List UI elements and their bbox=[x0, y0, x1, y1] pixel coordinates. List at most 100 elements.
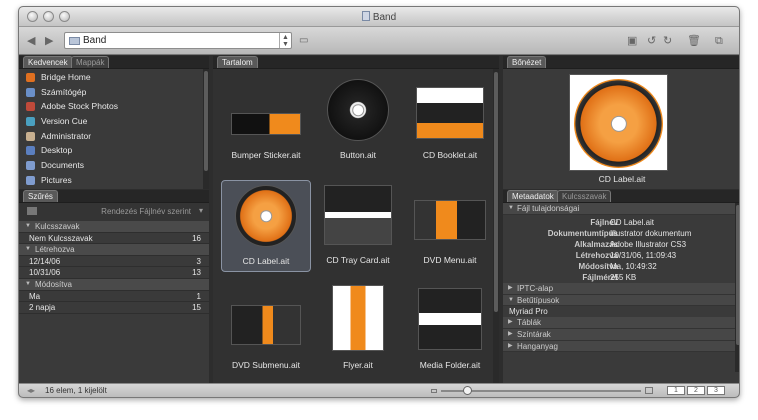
tab-favorites[interactable]: Kedvencek bbox=[23, 56, 73, 68]
tab-preview[interactable]: Bőnézet bbox=[507, 56, 547, 68]
filter-panel: Szűrés Rendezés Fájlnév szerint ▾ ▼ Kulcs… bbox=[19, 190, 209, 385]
metadata-section-header[interactable]: ▼ Betűtípusok bbox=[503, 294, 739, 307]
filter-row-label: 2 napja bbox=[29, 303, 56, 313]
slider-thumb[interactable] bbox=[463, 386, 472, 395]
tab-content[interactable]: Tartalom bbox=[217, 56, 258, 68]
tab-keywords[interactable]: Kulcsszavak bbox=[557, 190, 612, 202]
metadata-panel: Metaadatok Kulcsszavak ▼ Fájl tulajdonság… bbox=[503, 190, 739, 385]
disclosure-triangle-icon: ▶ bbox=[508, 342, 513, 349]
tab-folders[interactable]: Mappák bbox=[71, 56, 110, 68]
status-bar: ◂▸ 16 elem, 1 kijelölt 1 2 3 bbox=[19, 383, 739, 397]
content-panel: Tartalom Bumper Sticker.ait Button.ait CD … bbox=[213, 56, 499, 385]
content-thumbnail[interactable]: Media Folder.ait bbox=[405, 285, 495, 375]
favorite-item-label: Pictures bbox=[41, 174, 72, 185]
content-thumbnail[interactable]: CD Booklet.ait bbox=[405, 75, 495, 165]
content-thumbnail[interactable]: CD Label.ait bbox=[221, 180, 311, 272]
filter-row[interactable]: Nem Kulcsszavak 16 bbox=[19, 233, 209, 245]
filter-row-count: 16 bbox=[192, 233, 201, 243]
documents-folder-icon bbox=[26, 161, 35, 171]
favorite-item[interactable]: Administrator bbox=[19, 129, 209, 144]
thumbnail-caption: DVD Menu.ait bbox=[423, 255, 477, 265]
content-scrollbar[interactable] bbox=[493, 69, 499, 385]
metadata-section-header[interactable]: ▶ Hanganyag bbox=[503, 340, 739, 353]
disclosure-triangle-icon: ▶ bbox=[508, 331, 513, 338]
thumbnail-image bbox=[324, 185, 392, 245]
metadata-section-header[interactable]: ▶ Színtárak bbox=[503, 329, 739, 341]
metadata-section-header[interactable]: ▶ IPTC-alap bbox=[503, 283, 739, 295]
home-icon bbox=[26, 131, 35, 141]
thumbnail-large-icon bbox=[645, 387, 653, 394]
thumbnail-image bbox=[416, 87, 484, 139]
content-thumbnail[interactable]: Bumper Sticker.ait bbox=[221, 75, 311, 165]
back-arrow-icon[interactable]: ◀ bbox=[27, 35, 35, 47]
favorite-item[interactable]: Desktop bbox=[19, 143, 209, 158]
switch-mode-icon[interactable]: ⧉ bbox=[715, 35, 723, 47]
content-thumbnail[interactable]: DVD Menu.ait bbox=[405, 180, 495, 270]
disclosure-triangle-icon: ▶ bbox=[508, 319, 513, 326]
path-dropdown[interactable]: Band ▲ ▼ bbox=[64, 32, 292, 49]
filter-group-title: Módosítva bbox=[35, 279, 72, 289]
content-thumbnail[interactable]: DVD Submenu.ait bbox=[221, 285, 311, 375]
tab-metadata[interactable]: Metaadatok bbox=[507, 190, 559, 202]
version-cue-icon bbox=[26, 117, 35, 127]
metadata-section-title: Színtárak bbox=[517, 330, 551, 340]
thumbnail-size-slider[interactable] bbox=[441, 386, 641, 395]
filter-row-label: Ma bbox=[29, 291, 41, 301]
filter-group-header[interactable]: ▼ Létrehozva bbox=[19, 244, 209, 256]
sort-dropdown[interactable]: Rendezés Fájlnév szerint bbox=[101, 207, 191, 216]
favorite-item[interactable]: Pictures bbox=[19, 173, 209, 188]
favorite-item[interactable]: Documents bbox=[19, 158, 209, 173]
filter-row[interactable]: 2 napja 15 bbox=[19, 302, 209, 314]
filter-row-count: 1 bbox=[196, 291, 201, 301]
sort-order-icon[interactable]: ▾ bbox=[199, 206, 203, 215]
rotate-right-icon[interactable]: ↻ bbox=[663, 35, 672, 47]
disclosure-triangle-icon: ▶ bbox=[508, 285, 513, 292]
tab-filter[interactable]: Szűrés bbox=[23, 190, 58, 202]
favorites-scrollbar[interactable] bbox=[203, 69, 209, 189]
disclosure-triangle-icon: ▼ bbox=[508, 296, 514, 303]
metadata-row: Fájlméret 255 KB bbox=[503, 272, 739, 283]
metadata-value: Adobe Illustrator CS3 bbox=[610, 239, 687, 249]
section-file-properties[interactable]: ▼ Fájl tulajdonságai bbox=[503, 203, 739, 215]
thumbnail-image bbox=[414, 200, 486, 240]
thumbnail-caption: CD Tray Card.ait bbox=[326, 255, 390, 265]
filter-row[interactable]: 10/31/06 13 bbox=[19, 267, 209, 279]
new-folder-icon[interactable]: ▣ bbox=[627, 35, 637, 47]
filter-group-header[interactable]: ▼ Kulcsszavak bbox=[19, 221, 209, 233]
favorites-panel: Kedvencek Mappák Bridge Home Számítógép Ad… bbox=[19, 56, 209, 189]
forward-arrow-icon[interactable]: ▶ bbox=[45, 35, 53, 47]
favorite-item[interactable]: Számítógép bbox=[19, 85, 209, 100]
metadata-scrollbar[interactable] bbox=[735, 203, 739, 372]
favorite-item-label: Számítógép bbox=[41, 86, 87, 97]
trash-icon[interactable]: 🗑 bbox=[687, 35, 701, 47]
filter-row[interactable]: 12/14/06 3 bbox=[19, 256, 209, 268]
rotate-left-icon[interactable]: ↺ bbox=[647, 35, 656, 47]
filter-group-header[interactable]: ▼ Módosítva bbox=[19, 278, 209, 291]
recent-folder-icon[interactable]: ▭ bbox=[299, 35, 308, 47]
font-value: Myriad Pro bbox=[509, 307, 548, 317]
view-essentials-button[interactable]: 3 bbox=[707, 386, 725, 395]
metadata-section-header[interactable]: ▶ Táblák bbox=[503, 317, 739, 330]
filter-row[interactable]: Ma 1 bbox=[19, 291, 209, 303]
view-filmstrip-button[interactable]: 1 bbox=[667, 386, 685, 395]
disclosure-triangle-icon: ▼ bbox=[25, 280, 31, 287]
content-thumbnail[interactable]: CD Tray Card.ait bbox=[313, 180, 403, 270]
content-thumbnail[interactable]: Flyer.ait bbox=[313, 285, 403, 375]
toggle-panels-icon[interactable]: ◂▸ bbox=[27, 384, 35, 397]
thumbnail-caption: CD Booklet.ait bbox=[422, 150, 478, 160]
filter-row-label: 12/14/06 bbox=[29, 256, 61, 266]
view-metadata-button[interactable]: 2 bbox=[687, 386, 705, 395]
metadata-section-title: Hanganyag bbox=[517, 341, 558, 351]
thumbnail-caption: Media Folder.ait bbox=[419, 360, 481, 370]
filter-clear-icon[interactable] bbox=[27, 207, 37, 215]
favorite-item[interactable]: Adobe Stock Photos bbox=[19, 99, 209, 114]
content-thumbnail[interactable]: Button.ait bbox=[313, 75, 403, 165]
filter-group-title: Létrehozva bbox=[35, 245, 75, 255]
favorite-item[interactable]: Bridge Home bbox=[19, 70, 209, 85]
window-title: Band bbox=[372, 12, 397, 23]
folder-proxy-icon bbox=[361, 11, 370, 21]
favorite-item-label: Adobe Stock Photos bbox=[41, 101, 119, 112]
metadata-value: 10/31/06, 11:09:43 bbox=[610, 250, 677, 260]
thumbnail-caption: Flyer.ait bbox=[343, 360, 373, 370]
favorite-item[interactable]: Version Cue bbox=[19, 114, 209, 129]
